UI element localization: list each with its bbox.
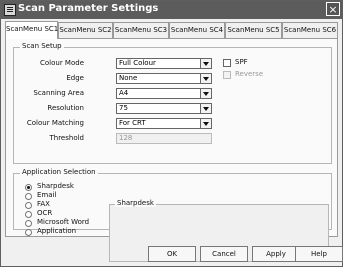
scan-setup-group: Scan Setup Colour Mode Full Colour Edge … [13,42,332,164]
edge-label: Edge [66,74,84,82]
threshold-value: 128 [119,134,133,142]
threshold-label: Threshold [49,134,85,142]
tab-scanmenu-sc1[interactable]: ScanMenu SC1 [5,21,58,39]
spf-label: SPF [235,58,248,66]
radio-microsoft-word[interactable] [25,220,32,227]
radio-label-fax: FAX [37,200,50,208]
scanning-area-select[interactable]: A4 [116,88,212,99]
close-icon: × [328,3,338,16]
radio-application[interactable] [25,229,32,236]
colour-matching-value: For CRT [119,119,146,127]
tab-scanmenu-sc4[interactable]: ScanMenu SC4 [169,22,225,38]
scan-setup-title: Scan Setup [20,42,64,50]
edge-select[interactable]: None [116,73,212,84]
ok-button[interactable]: OK [148,246,196,262]
radio-label-application: Application [37,227,77,235]
help-button[interactable]: Help [295,246,343,262]
chevron-down-icon[interactable] [200,74,211,83]
spf-checkbox[interactable] [223,59,231,67]
resolution-select[interactable]: 75 [116,103,212,114]
radio-label-email: Email [37,191,57,199]
app-window-icon [4,4,16,16]
colour-mode-value: Full Colour [119,59,156,67]
tab-scanmenu-sc2[interactable]: ScanMenu SC2 [58,22,113,38]
reverse-label: Reverse [235,70,264,78]
radio-label-microsoft-word: Microsoft Word [37,218,90,226]
tab-scanmenu-sc3[interactable]: ScanMenu SC3 [113,22,169,38]
application-preview-title: Sharpdesk [115,199,156,207]
chevron-down-icon[interactable] [200,104,211,113]
title-bar[interactable]: Scan Parameter Settings × [1,1,342,19]
radio-label-sharpdesk: Sharpdesk [37,182,74,190]
chevron-down-icon[interactable] [200,119,211,128]
radio-email[interactable] [25,193,32,200]
radio-sharpdesk[interactable] [25,184,32,191]
reverse-checkbox[interactable] [223,71,231,79]
resolution-value: 75 [119,104,128,112]
radio-fax[interactable] [25,202,32,209]
radio-label-ocr: OCR [37,209,53,217]
chevron-down-icon[interactable] [200,89,211,98]
colour-mode-label: Colour Mode [39,59,84,67]
close-button[interactable]: × [326,2,340,16]
dialog-title: Scan Parameter Settings [18,3,159,14]
tab-scanmenu-sc5[interactable]: ScanMenu SC5 [225,22,282,38]
chevron-down-icon[interactable] [200,59,211,68]
colour-matching-select[interactable]: For CRT [116,118,212,129]
apply-button[interactable]: Apply [252,246,300,262]
scan-parameter-settings-dialog: Scan Parameter Settings × ScanMenu SC1 S… [0,0,343,267]
cancel-button[interactable]: Cancel [200,246,248,262]
colour-mode-select[interactable]: Full Colour [116,58,212,69]
application-selection-title: Application Selection [20,168,98,176]
colour-matching-label: Colour Matching [26,119,84,127]
resolution-label: Resolution [47,104,84,112]
radio-ocr[interactable] [25,211,32,218]
scanning-area-value: A4 [119,89,129,97]
tab-strip: ScanMenu SC1 ScanMenu SC2 ScanMenu SC3 S… [5,21,338,39]
scanning-area-label: Scanning Area [33,89,84,97]
edge-value: None [119,74,138,82]
tab-scanmenu-sc6[interactable]: ScanMenu SC6 [282,22,338,38]
threshold-input[interactable]: 128 [116,133,212,144]
